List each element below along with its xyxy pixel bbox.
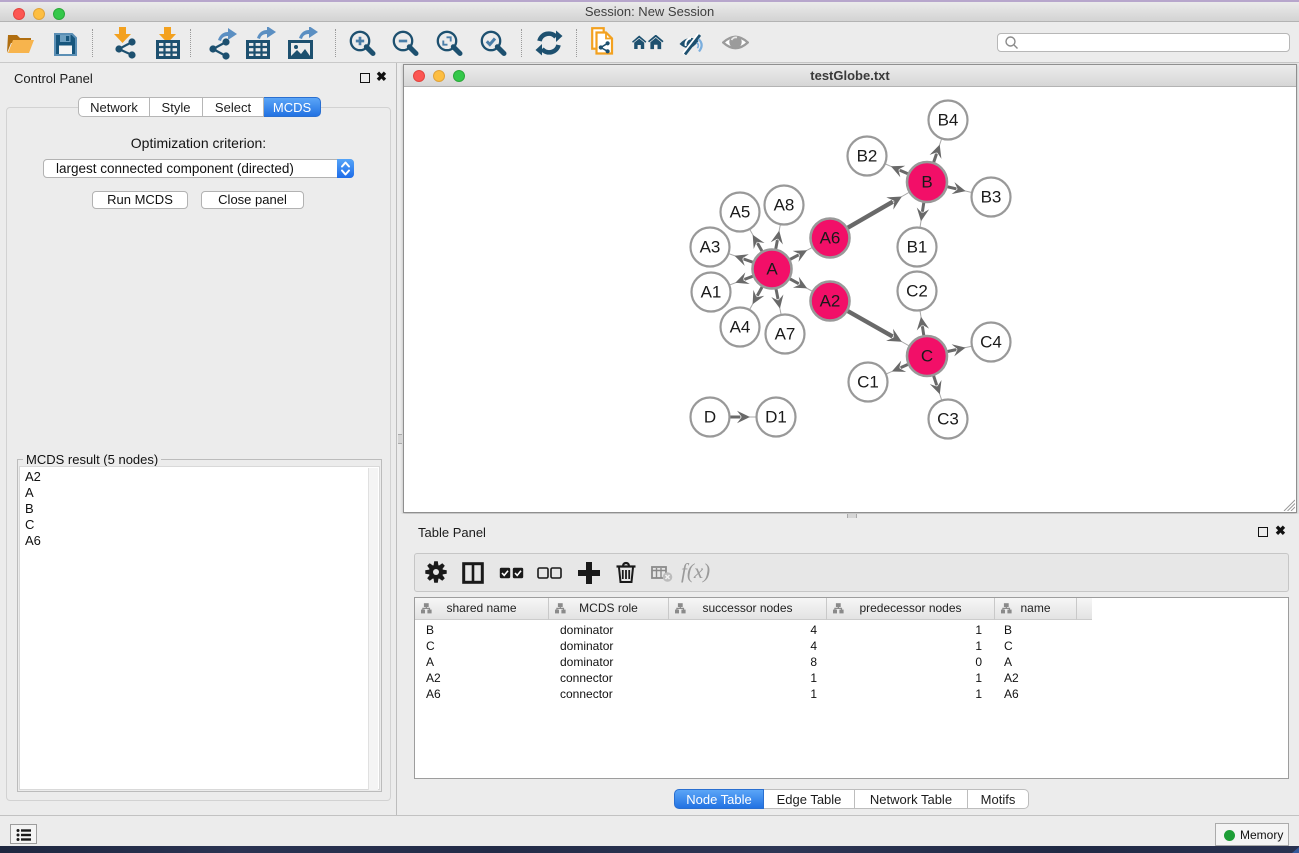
svg-text:A2: A2	[820, 292, 841, 311]
svg-text:C3: C3	[937, 410, 959, 429]
svg-text:A7: A7	[775, 325, 796, 344]
svg-text:A4: A4	[730, 318, 751, 337]
svg-text:A3: A3	[700, 238, 721, 257]
svg-text:C4: C4	[980, 333, 1002, 352]
svg-text:A: A	[766, 260, 778, 279]
svg-text:f(x): f(x)	[681, 561, 710, 583]
svg-text:C2: C2	[906, 282, 928, 301]
svg-text:B2: B2	[857, 147, 878, 166]
svg-text:C1: C1	[857, 373, 879, 392]
svg-text:B1: B1	[907, 238, 928, 257]
svg-text:A5: A5	[730, 203, 751, 222]
svg-text:A1: A1	[701, 283, 722, 302]
svg-text:A6: A6	[820, 229, 841, 248]
svg-text:B3: B3	[981, 188, 1002, 207]
svg-text:B: B	[921, 173, 932, 192]
svg-text:B4: B4	[938, 111, 959, 130]
svg-text:C: C	[921, 347, 933, 366]
svg-text:D: D	[704, 408, 716, 427]
svg-text:A8: A8	[774, 196, 795, 215]
svg-text:D1: D1	[765, 408, 787, 427]
